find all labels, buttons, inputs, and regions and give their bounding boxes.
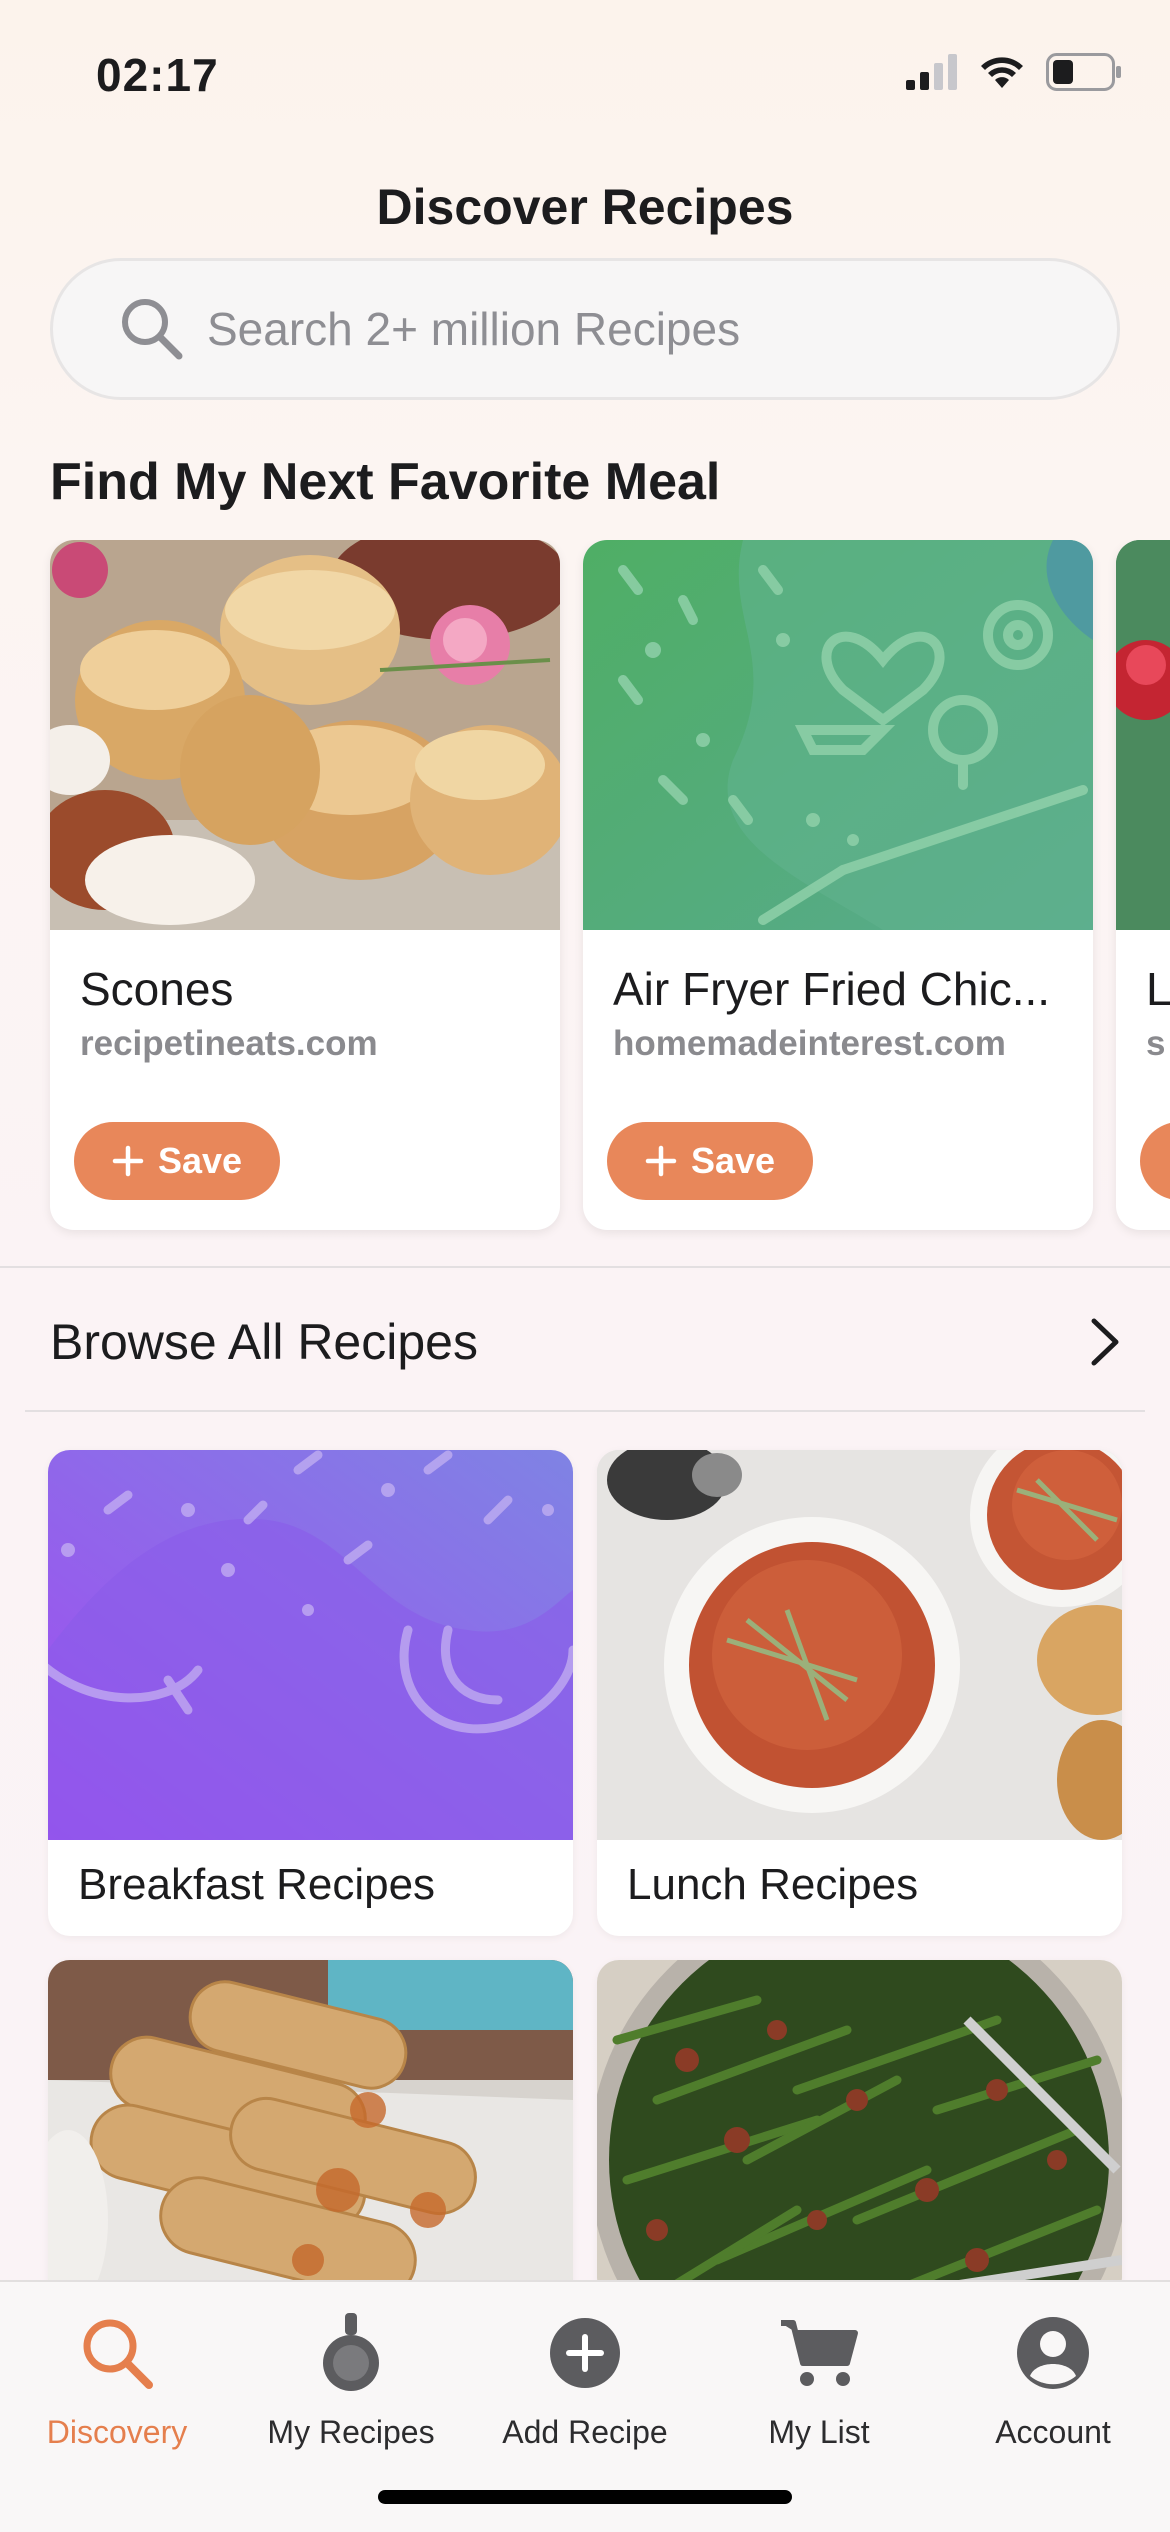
tab-add-recipe[interactable]: Add Recipe xyxy=(468,2302,702,2462)
save-button[interactable]: Save xyxy=(74,1122,280,1200)
tab-discovery[interactable]: Discovery xyxy=(0,2302,234,2462)
category-image xyxy=(48,1960,573,2300)
category-label: Breakfast Recipes xyxy=(78,1860,436,1909)
recipe-title: Scones xyxy=(80,963,234,1015)
tab-my-recipes[interactable]: My Recipes xyxy=(234,2302,468,2462)
search-icon xyxy=(122,299,183,360)
recipe-card[interactable]: Scones recipetineats.com Save xyxy=(50,540,560,1230)
status-bar: 02:17 xyxy=(0,0,1170,140)
person-icon xyxy=(1008,2308,1098,2398)
recipe-title: Air Fryer Fried Chic... xyxy=(613,963,1051,1015)
status-icons xyxy=(906,52,1122,92)
category-card[interactable] xyxy=(597,1960,1122,2300)
category-image xyxy=(597,1450,1122,1840)
section-divider xyxy=(25,1410,1145,1412)
save-label: Save xyxy=(157,1140,243,1181)
category-label: Lunch Recipes xyxy=(627,1860,919,1909)
category-image xyxy=(597,1960,1122,2300)
save-button[interactable]: Save xyxy=(607,1122,813,1200)
tab-label: Discovery xyxy=(46,2414,188,2450)
recipe-source: homemadeinterest.com xyxy=(613,1024,1006,1063)
pot-icon xyxy=(306,2308,396,2398)
recipe-title: L xyxy=(1146,963,1170,1015)
plus-icon xyxy=(112,1145,144,1177)
tab-label: Add Recipe xyxy=(502,2414,668,2450)
chevron-right-icon xyxy=(1091,1318,1119,1366)
recipe-image-placeholder xyxy=(583,540,1093,930)
plus-icon xyxy=(645,1145,677,1177)
browse-all-recipes-row[interactable]: Browse All Recipes xyxy=(50,1296,1120,1388)
save-label: Save xyxy=(690,1140,776,1181)
recipe-image xyxy=(50,540,560,930)
tab-account[interactable]: Account xyxy=(936,2302,1170,2462)
search-placeholder: Search 2+ million Recipes xyxy=(207,303,741,355)
category-image-placeholder xyxy=(48,1450,573,1840)
tab-label: My List xyxy=(768,2414,870,2450)
recipe-source: recipetineats.com xyxy=(80,1024,378,1063)
recipe-image xyxy=(1116,540,1170,930)
wifi-icon xyxy=(981,57,1023,88)
cellular-signal-icon xyxy=(906,54,957,90)
save-button[interactable] xyxy=(1140,1122,1170,1200)
category-card-breakfast[interactable]: Breakfast Recipes xyxy=(48,1450,573,1936)
recipe-source: s xyxy=(1146,1024,1166,1063)
search-icon xyxy=(72,2308,162,2398)
tab-label: Account xyxy=(995,2414,1111,2450)
status-time: 02:17 xyxy=(96,49,219,101)
tab-label: My Recipes xyxy=(267,2414,435,2450)
cart-icon xyxy=(774,2308,864,2398)
section-title-featured: Find My Next Favorite Meal xyxy=(50,453,721,511)
category-card-lunch[interactable]: Lunch Recipes xyxy=(597,1450,1122,1936)
category-card[interactable] xyxy=(48,1960,573,2300)
recipe-card[interactable]: L s xyxy=(1116,540,1170,1230)
featured-carousel[interactable]: Scones recipetineats.com Save Air Fryer … xyxy=(0,540,1170,1240)
section-divider xyxy=(0,1266,1170,1268)
page-title: Discover Recipes xyxy=(376,179,794,235)
add-circle-icon xyxy=(540,2308,630,2398)
tab-my-list[interactable]: My List xyxy=(702,2302,936,2462)
search-input[interactable]: Search 2+ million Recipes xyxy=(50,258,1120,400)
home-indicator[interactable] xyxy=(378,2490,792,2504)
browse-all-label: Browse All Recipes xyxy=(50,1314,478,1370)
recipe-card[interactable]: Air Fryer Fried Chic... homemadeinterest… xyxy=(583,540,1093,1230)
battery-icon xyxy=(1046,53,1121,91)
